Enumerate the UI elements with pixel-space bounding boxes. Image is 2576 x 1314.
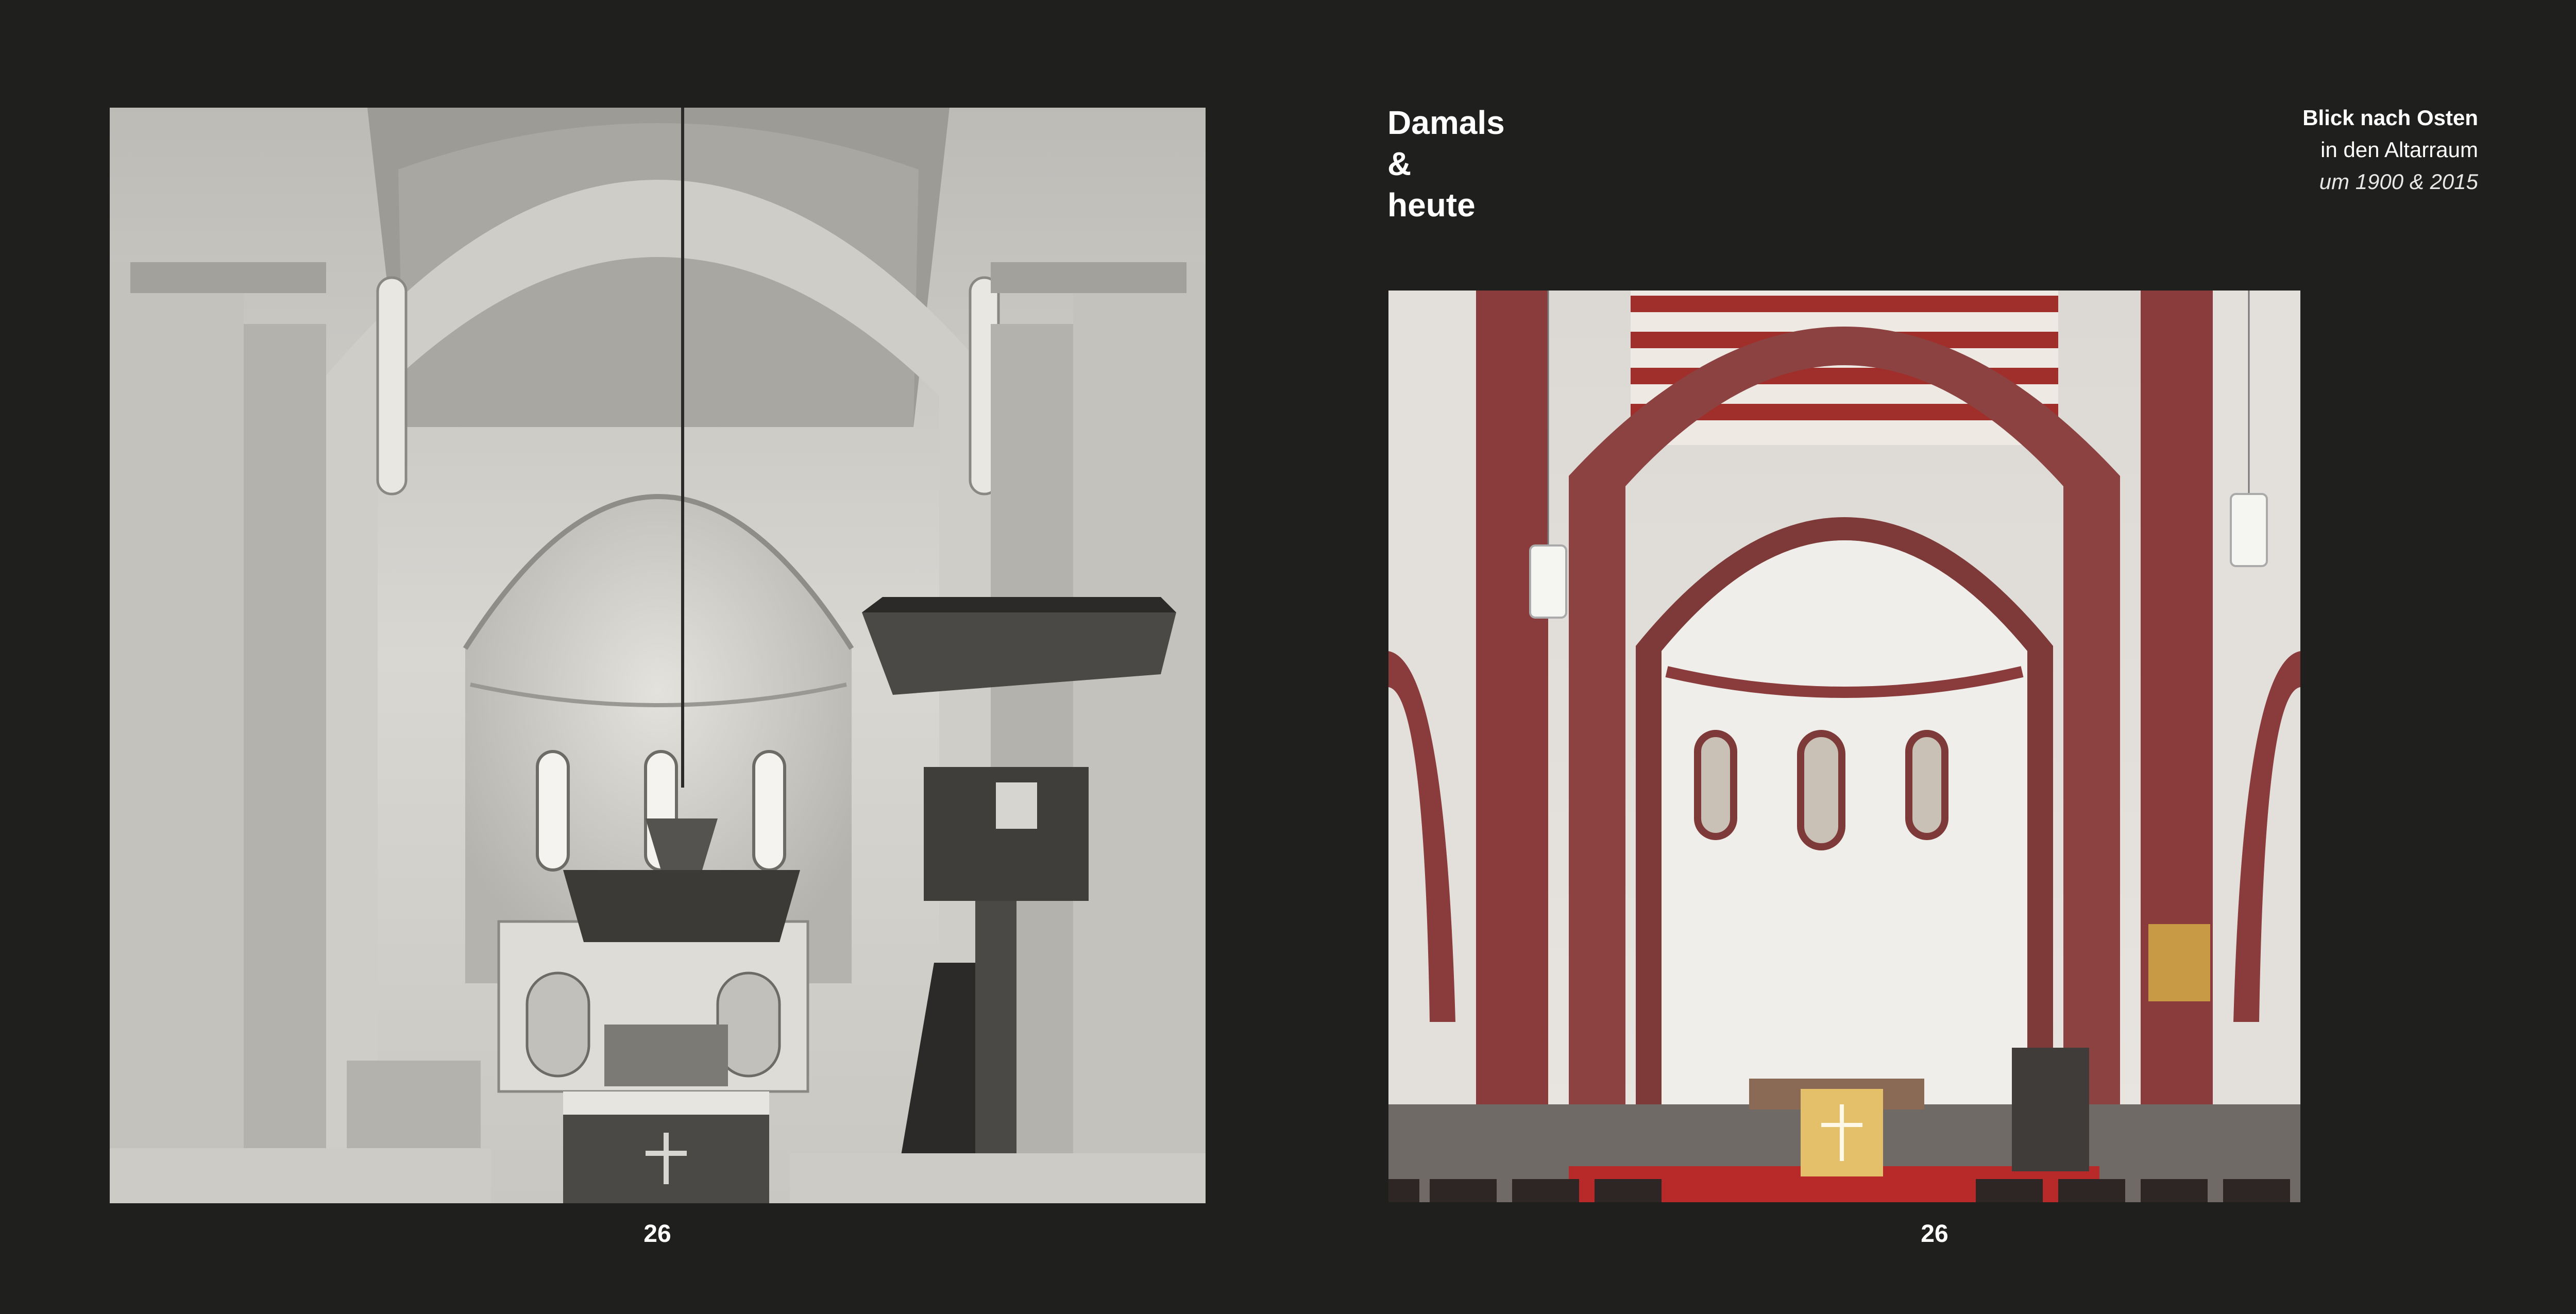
modern-photo-artwork [1388, 291, 2300, 1202]
photo-caption: Blick nach Osten in den Altarraum um 190… [2302, 102, 2478, 198]
caption-line-2: in den Altarraum [2320, 138, 2478, 162]
modern-interior-photo [1388, 291, 2300, 1202]
historic-interior-photo [110, 108, 1206, 1203]
page-number-right: 26 [1921, 1220, 1948, 1248]
spread-heading: Damals & heute [1387, 102, 1505, 226]
page-number-left: 26 [643, 1220, 671, 1248]
caption-date-line: um 1900 & 2015 [2319, 169, 2478, 194]
caption-line-1: Blick nach Osten [2302, 106, 2478, 130]
heading-line-2: & [1387, 145, 1412, 182]
heading-line-1: Damals [1387, 104, 1505, 141]
heading-line-3: heute [1387, 186, 1476, 224]
historic-photo-artwork [110, 108, 1206, 1203]
